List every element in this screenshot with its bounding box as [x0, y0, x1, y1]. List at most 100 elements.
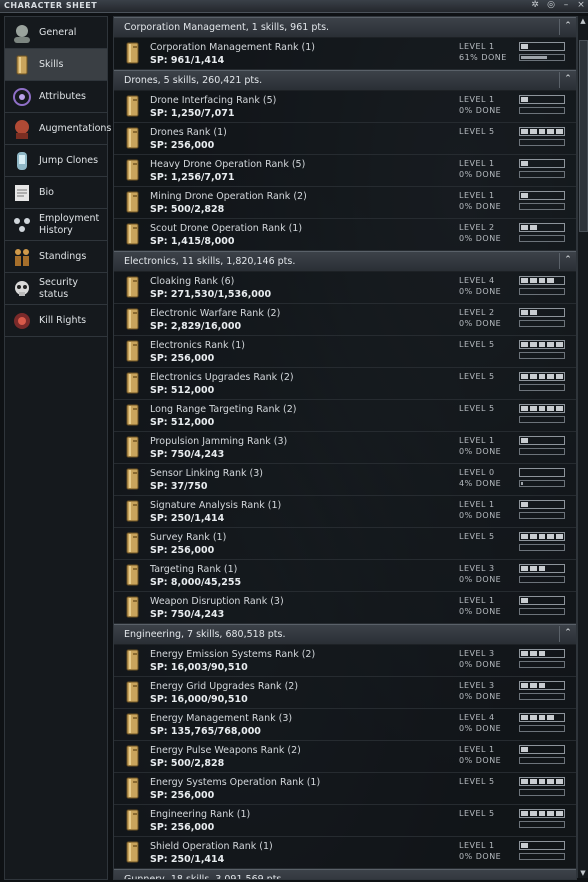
- collapse-icon[interactable]: ⌃: [559, 626, 576, 642]
- skill-row[interactable]: Sensor Linking Rank (3) SP: 37/750 LEVEL 0…: [114, 464, 576, 496]
- skill-name: Drones Rank (1): [150, 127, 227, 138]
- skill-row[interactable]: Energy Pulse Weapons Rank (2) SP: 500/2,8…: [114, 741, 576, 773]
- skill-points: SP: 16,000/90,510: [150, 694, 248, 705]
- skill-progress-bar: [519, 203, 565, 210]
- skill-row[interactable]: Propulsion Jamming Rank (3) SP: 750/4,243…: [114, 432, 576, 464]
- skill-row[interactable]: Scout Drone Operation Rank (1) SP: 1,415/…: [114, 219, 576, 251]
- skill-row[interactable]: Electronic Warfare Rank (2) SP: 2,829/16,…: [114, 304, 576, 336]
- minimize-icon[interactable]: –: [560, 0, 572, 11]
- skill-name: Propulsion Jamming Rank (3): [150, 436, 288, 447]
- skill-progress-bar: [519, 576, 565, 583]
- collapse-icon[interactable]: ⌃: [559, 72, 576, 88]
- skill-row[interactable]: Drones Rank (1) SP: 256,000 LEVEL 5: [114, 123, 576, 155]
- skill-level-bar: [519, 308, 565, 317]
- skill-group-title: Drones, 5 skills, 260,421 pts.: [124, 75, 263, 86]
- skill-row[interactable]: Electronics Upgrades Rank (2) SP: 512,000…: [114, 368, 576, 400]
- skill-row[interactable]: Survey Rank (1) SP: 256,000 LEVEL 5: [114, 528, 576, 560]
- skill-row[interactable]: Energy Emission Systems Rank (2) SP: 16,0…: [114, 645, 576, 677]
- skillbook-icon: [10, 53, 34, 77]
- skill-points: SP: 37/750: [150, 481, 208, 492]
- sidebar-item-label: Attributes: [39, 90, 86, 102]
- skill-row[interactable]: Weapon Disruption Rank (3) SP: 750/4,243 L…: [114, 592, 576, 624]
- sidebar-item-employment-history[interactable]: Employment History: [5, 209, 107, 241]
- skill-progress-bar: [519, 448, 565, 455]
- skill-points: SP: 1,415/8,000: [150, 236, 235, 247]
- skill-level-label: LEVEL 3: [459, 681, 495, 690]
- skill-level-label: LEVEL 1: [459, 436, 495, 445]
- skill-progress-bar: [519, 171, 565, 178]
- sidebar-item-bio[interactable]: Bio: [5, 177, 107, 209]
- sidebar-item-label: Standings: [39, 250, 87, 262]
- skill-level-bar: [519, 42, 565, 51]
- sidebar-item-skills[interactable]: Skills: [5, 49, 107, 81]
- skill-row[interactable]: Energy Management Rank (3) SP: 135,765/76…: [114, 709, 576, 741]
- sidebar-item-label: Skills: [39, 58, 64, 70]
- skill-row[interactable]: Shield Operation Rank (1) SP: 250/1,414 LE…: [114, 837, 576, 869]
- skill-row[interactable]: Long Range Targeting Rank (2) SP: 512,000…: [114, 400, 576, 432]
- scrollbar[interactable]: ▲ ▼: [577, 16, 588, 878]
- skill-level-label: LEVEL 2: [459, 223, 495, 232]
- sidebar-item-label: General: [39, 26, 77, 38]
- skill-group-header[interactable]: Electronics, 11 skills, 1,820,146 pts. ⌃: [114, 251, 576, 272]
- skill-row[interactable]: Mining Drone Operation Rank (2) SP: 500/2…: [114, 187, 576, 219]
- pin-icon[interactable]: ✲: [529, 0, 541, 11]
- skill-name: Mining Drone Operation Rank (2): [150, 191, 307, 202]
- skill-row[interactable]: Corporation Management Rank (1) SP: 961/1…: [114, 38, 576, 70]
- skill-row[interactable]: Electronics Rank (1) SP: 256,000 LEVEL 5: [114, 336, 576, 368]
- skill-points: SP: 512,000: [150, 385, 215, 396]
- skill-level-bar: [519, 159, 565, 168]
- window-titlebar: CHARACTER SHEET ✲ ◎ – ×: [0, 0, 588, 13]
- skill-row[interactable]: Heavy Drone Operation Rank (5) SP: 1,256/…: [114, 155, 576, 187]
- sidebar-item-kill-rights[interactable]: Kill Rights: [5, 305, 107, 337]
- skill-points: SP: 961/1,414: [150, 55, 225, 66]
- skill-row[interactable]: Signature Analysis Rank (1) SP: 250/1,414…: [114, 496, 576, 528]
- skill-progress-bar: [519, 384, 565, 391]
- skillbook-icon: [126, 159, 139, 181]
- skill-level-bar: [519, 468, 565, 477]
- skill-group-title: Engineering, 7 skills, 680,518 pts.: [124, 629, 286, 640]
- skill-points: SP: 256,000: [150, 353, 215, 364]
- skill-points: SP: 512,000: [150, 417, 215, 428]
- skill-level-label: LEVEL 2: [459, 308, 495, 317]
- scroll-up-icon[interactable]: ▲: [578, 16, 588, 26]
- skill-row[interactable]: Targeting Rank (1) SP: 8,000/45,255 LEVEL …: [114, 560, 576, 592]
- skill-level-bar: [519, 500, 565, 509]
- collapse-icon[interactable]: ⌃: [559, 19, 576, 35]
- skillbook-icon: [126, 596, 139, 618]
- sidebar-item-attributes[interactable]: Attributes: [5, 81, 107, 113]
- skill-points: SP: 8,000/45,255: [150, 577, 242, 588]
- sidebar-item-jump-clones[interactable]: Jump Clones: [5, 145, 107, 177]
- skill-done-label: 61% DONE: [459, 53, 507, 62]
- skill-points: SP: 256,000: [150, 140, 215, 151]
- skill-level-label: LEVEL 1: [459, 745, 495, 754]
- scroll-thumb[interactable]: [579, 40, 588, 232]
- sidebar-item-general[interactable]: General: [5, 17, 107, 49]
- clone-icon: [10, 149, 34, 173]
- skill-row[interactable]: Drone Interfacing Rank (5) SP: 1,250/7,07…: [114, 91, 576, 123]
- skill-row[interactable]: Energy Grid Upgrades Rank (2) SP: 16,000/…: [114, 677, 576, 709]
- skill-group-header[interactable]: Drones, 5 skills, 260,421 pts. ⌃: [114, 70, 576, 91]
- sidebar-item-label: Security status: [39, 276, 79, 300]
- skill-group-header[interactable]: Gunnery, 18 skills, 3,091,569 pts.: [114, 869, 576, 879]
- skill-group-header[interactable]: Engineering, 7 skills, 680,518 pts. ⌃: [114, 624, 576, 645]
- skill-level-label: LEVEL 5: [459, 777, 495, 786]
- skillbook-icon: [126, 649, 139, 671]
- sidebar-item-augmentations[interactable]: Augmentations: [5, 113, 111, 145]
- sidebar-item-security-status[interactable]: Security status: [5, 273, 107, 305]
- bio-icon: [10, 181, 34, 205]
- sidebar-item-standings[interactable]: Standings: [5, 241, 107, 273]
- skill-group-header[interactable]: Corporation Management, 1 skills, 961 pt…: [114, 17, 576, 38]
- skill-points: SP: 2,829/16,000: [150, 321, 242, 332]
- skill-row[interactable]: Engineering Rank (1) SP: 256,000 LEVEL 5: [114, 805, 576, 837]
- skill-row[interactable]: Energy Systems Operation Rank (1) SP: 256…: [114, 773, 576, 805]
- skill-name: Electronics Rank (1): [150, 340, 246, 351]
- collapse-icon[interactable]: ⌃: [559, 253, 576, 269]
- options-icon[interactable]: ◎: [545, 0, 557, 11]
- skill-done-label: 0% DONE: [459, 511, 502, 520]
- close-icon[interactable]: ×: [575, 0, 587, 11]
- skill-name: Targeting Rank (1): [150, 564, 238, 575]
- skill-row[interactable]: Cloaking Rank (6) SP: 271,530/1,536,000 LE…: [114, 272, 576, 304]
- skill-level-bar: [519, 372, 565, 381]
- skill-level-bar: [519, 191, 565, 200]
- scroll-down-icon[interactable]: ▼: [578, 868, 588, 878]
